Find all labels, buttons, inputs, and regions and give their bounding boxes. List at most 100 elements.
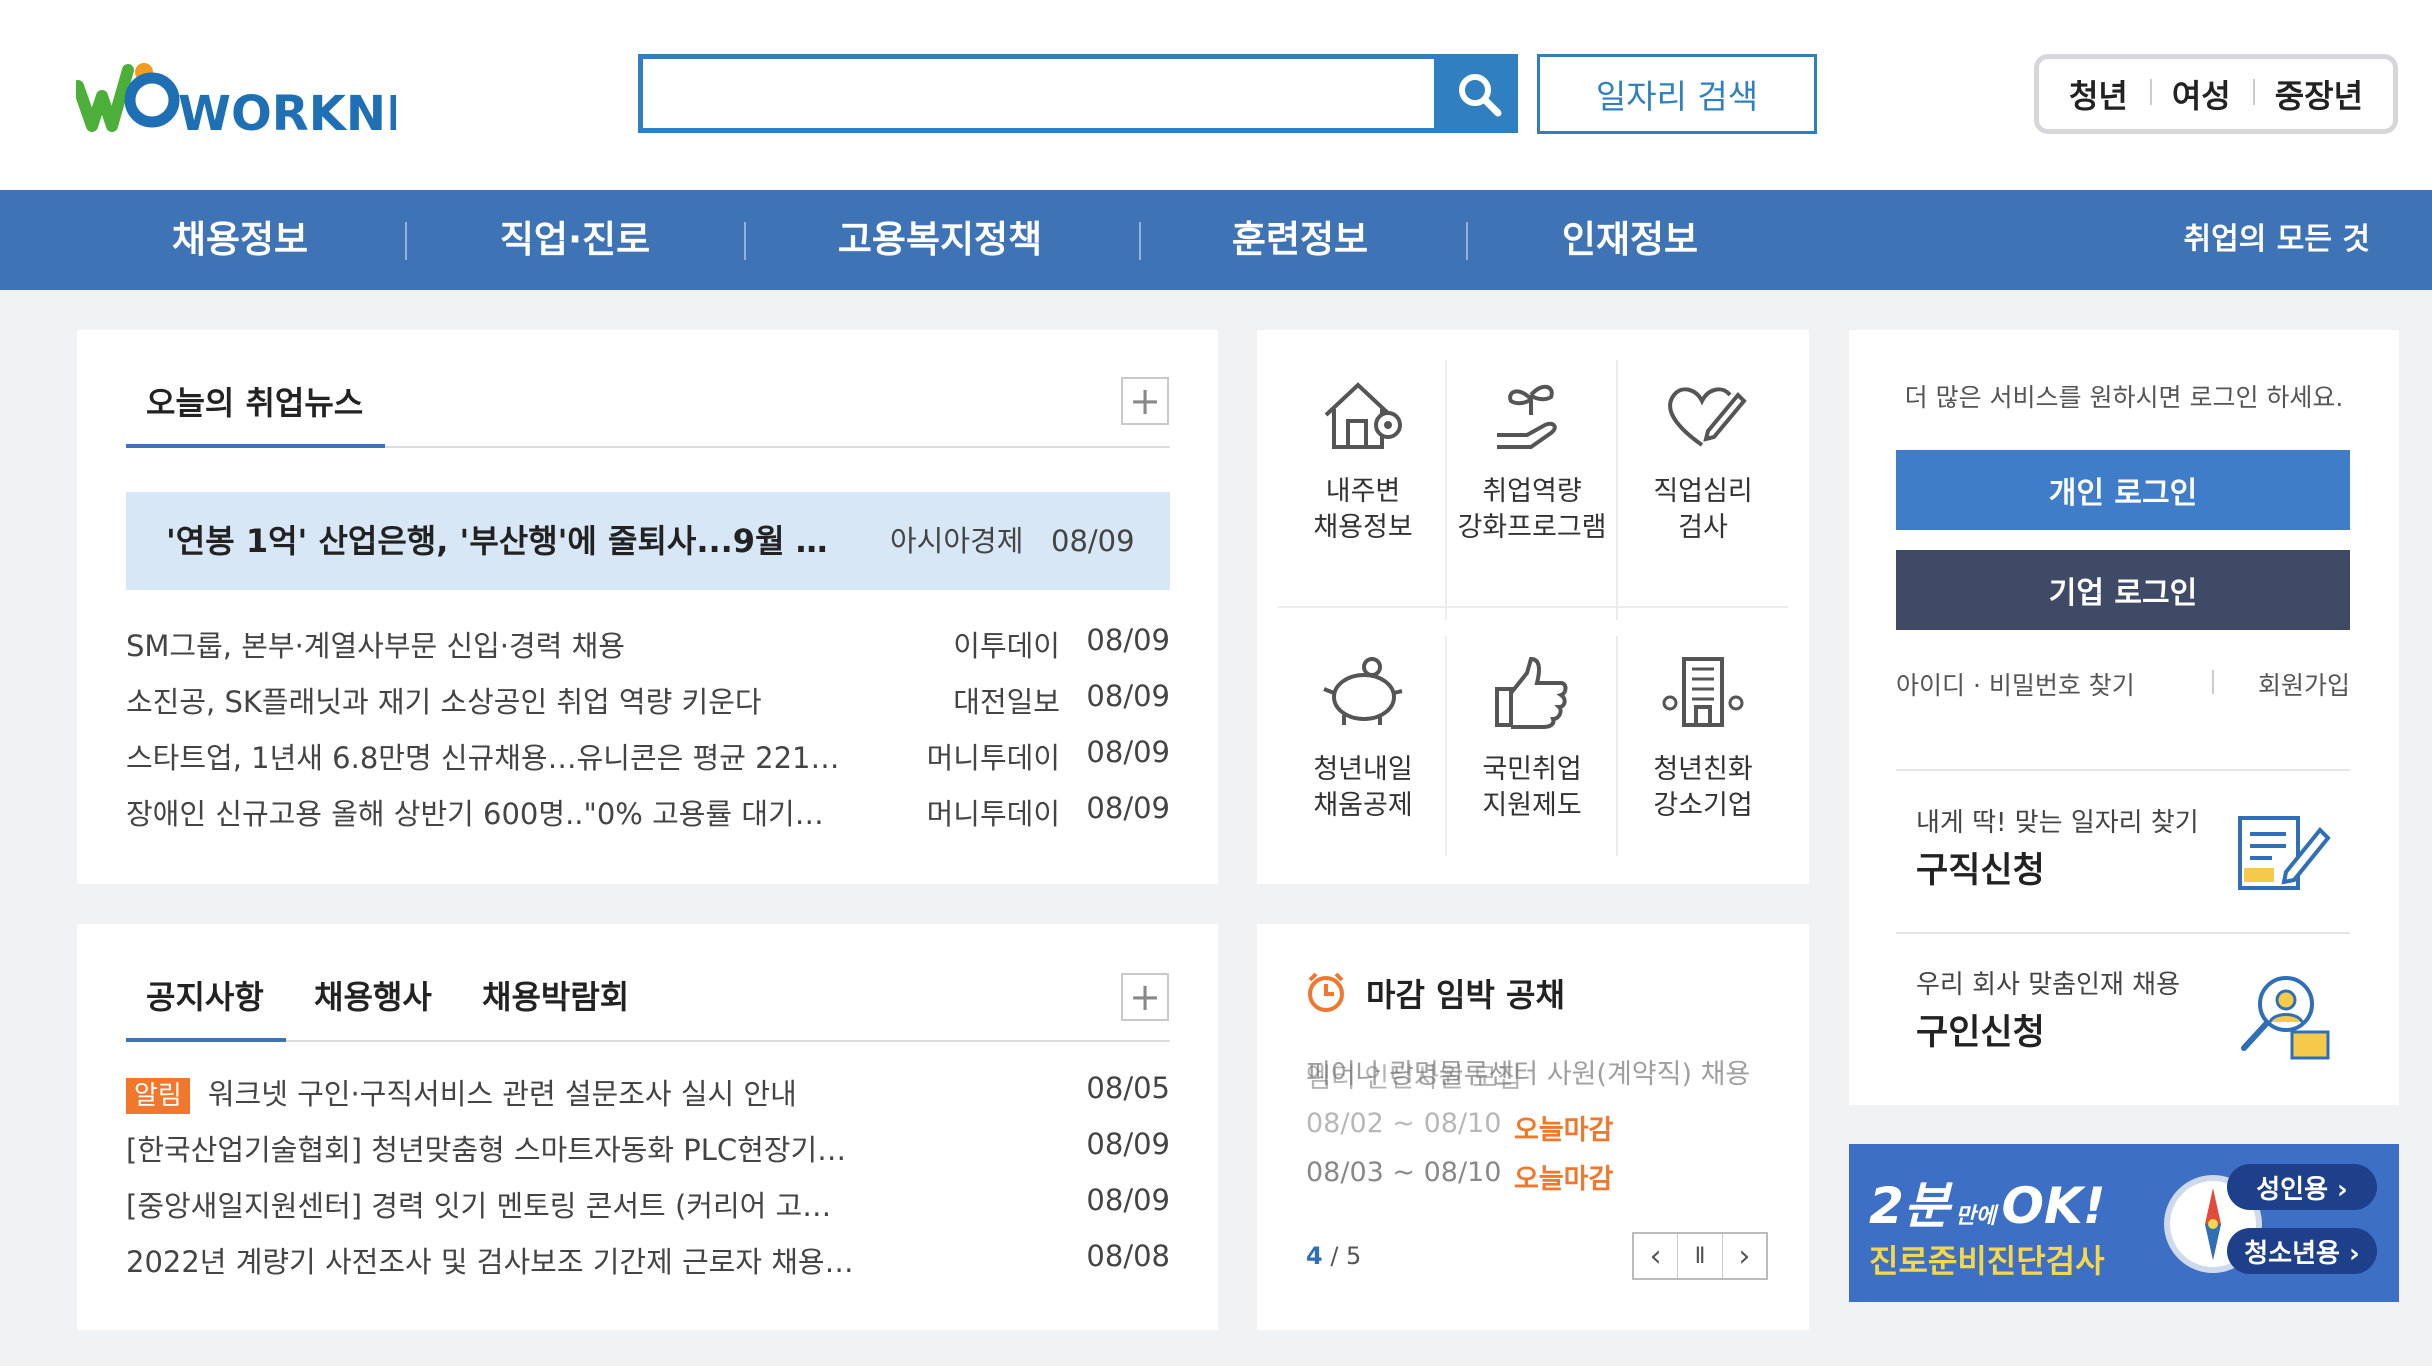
search-button[interactable]	[1439, 54, 1518, 133]
service-label-line2: 강소기업	[1653, 790, 1753, 821]
banner-headline-small: 만에	[1955, 1204, 1996, 1229]
nav-training[interactable]: 훈련정보	[1210, 190, 1390, 290]
news-item-title: 소진공, SK플래닛과 재기 소상공인 취업 역량 키운다	[126, 685, 762, 719]
notice-item[interactable]: [중앙새일지원센터] 경력 잇기 멘토링 콘서트 (커리어 고민 해결) 08/0…	[126, 1183, 1170, 1223]
notice-item[interactable]: 알림 워크넷 구인·구직서비스 관련 설문조사 실시 안내 08/05	[126, 1071, 1170, 1114]
signup-link[interactable]: 회원가입	[2250, 666, 2350, 702]
banner-youth-button[interactable]: 청소년용 ›	[2227, 1228, 2377, 1274]
news-item-title: 장애인 신규고용 올해 상반기 600명.."0% 고용률 대기업 여전"	[126, 797, 846, 831]
prev-button[interactable]: ‹	[1634, 1234, 1679, 1278]
target-women-link[interactable]: 여성	[2149, 71, 2253, 117]
tab-recruit-events[interactable]: 채용행사	[314, 972, 432, 1018]
banner-headline-big: 2분	[1869, 1177, 1950, 1235]
login-divider	[1896, 769, 2350, 771]
career-test-banner[interactable]: 2분 만에 OK! 진로준비진단검사 성인용 › 청소년용 ›	[1849, 1144, 2399, 1302]
notice-item-title: 2022년 계량기 사전조사 및 검사보조 기간제 근로자 채용 공고	[126, 1245, 856, 1279]
nav-divider	[1139, 222, 1141, 260]
search-box	[638, 54, 1443, 133]
news-item-title: 스타트업, 1년새 6.8만명 신규채용…유니콘은 평균 221명 고용	[126, 741, 846, 775]
service-label-line2: 채움공제	[1313, 790, 1413, 821]
job-seeker-apply-card[interactable]: 내게 딱! 맞는 일자리 찾기 구직신청	[1896, 790, 2350, 930]
service-employment-program[interactable]: 취업역량 강화프로그램	[1447, 370, 1617, 546]
service-national-employment[interactable]: 국민취업 지원제도	[1447, 648, 1617, 824]
news-more-button[interactable]: +	[1121, 377, 1169, 425]
deadline-item-date: 08/02 ~ 08/10	[1306, 1108, 1502, 1139]
service-aptitude-test[interactable]: 직업심리 검사	[1618, 370, 1788, 546]
notice-item-title: [중앙새일지원센터] 경력 잇기 멘토링 콘서트 (커리어 고민 해결)	[126, 1189, 856, 1223]
banner-headline-ok: OK!	[2001, 1177, 2106, 1235]
next-button[interactable]: ›	[1723, 1234, 1766, 1278]
service-label-line1: 국민취업	[1482, 754, 1582, 785]
target-group-selector: 청년 여성 중장년	[2034, 54, 2398, 134]
notice-item-date: 08/05	[1086, 1071, 1170, 1105]
news-headline[interactable]: '연봉 1억' 산업은행, '부산행'에 줄퇴사...9월 공채 아시아경제 0…	[126, 492, 1170, 590]
banner-adult-button[interactable]: 성인용 ›	[2227, 1164, 2377, 1210]
news-title[interactable]: 오늘의 취업뉴스	[146, 378, 363, 424]
news-item[interactable]: 스타트업, 1년새 6.8만명 신규채용…유니콘은 평균 221명 고용 머니투데…	[126, 735, 1170, 775]
notice-item-date: 08/08	[1086, 1239, 1170, 1273]
news-item-source: 이투데이	[953, 629, 1060, 663]
find-account-link[interactable]: 아이디 · 비밀번호 찾기	[1896, 666, 2135, 702]
notice-item[interactable]: 2022년 계량기 사전조사 및 검사보조 기간제 근로자 채용 공고 08/08	[126, 1239, 1170, 1279]
news-item[interactable]: 소진공, SK플래닛과 재기 소상공인 취업 역량 키운다 대전일보 08/09	[126, 679, 1170, 719]
notice-item-title: [한국산업기술협회] 청년맞춤형 스마트자동화 PLC현장기기 교육	[126, 1133, 856, 1167]
search-icon	[1458, 73, 1501, 116]
notice-item[interactable]: [한국산업기술협회] 청년맞춤형 스마트자동화 PLC현장기기 교육 08/09	[126, 1127, 1170, 1167]
personal-login-button[interactable]: 개인 로그인	[1896, 450, 2350, 530]
sprout-hand-icon	[1447, 370, 1617, 460]
banner-headline: 2분 만에 OK!	[1869, 1166, 2106, 1238]
deadline-item-status: 오늘마감	[1514, 1115, 1614, 1146]
banner-subline: 진로준비진단검사	[1869, 1242, 2105, 1280]
logo-text: WORKNET	[178, 86, 396, 136]
nav-divider	[405, 222, 407, 260]
nav-all-menu[interactable]: 취업의 모든 것	[2110, 190, 2371, 290]
nav-career[interactable]: 직업·진로	[470, 190, 680, 290]
deadline-pager: 4 / 5	[1306, 1242, 1361, 1270]
nav-talent[interactable]: 인재정보	[1540, 190, 1720, 290]
pause-button[interactable]: Ⅱ	[1678, 1234, 1723, 1278]
tab-job-fairs[interactable]: 채용박람회	[482, 972, 629, 1018]
notice-badge: 알림	[126, 1078, 190, 1114]
target-youth-link[interactable]: 청년	[2047, 71, 2150, 117]
service-youth-savings[interactable]: 청년내일 채움공제	[1278, 648, 1448, 824]
deadline-controls: ‹ Ⅱ ›	[1632, 1232, 1768, 1280]
notice-item-date: 08/09	[1086, 1127, 1170, 1161]
house-map-icon	[1278, 370, 1448, 460]
target-middle-aged-link[interactable]: 중장년	[2252, 71, 2385, 117]
deadline-item-date: 08/03 ~ 08/10	[1306, 1157, 1502, 1188]
person-search-icon	[2236, 972, 2332, 1066]
service-label-line2: 지원제도	[1482, 790, 1582, 821]
piggy-bank-icon	[1278, 648, 1448, 738]
news-item-source: 대전일보	[953, 685, 1060, 719]
deadline-item-title[interactable]: 엠티 인턴사원 모집	[1306, 1056, 1522, 1095]
employer-apply-card[interactable]: 우리 회사 맞춤인재 채용 구인신청	[1896, 952, 2350, 1092]
company-login-button[interactable]: 기업 로그인	[1896, 550, 2350, 630]
nav-recruit-info[interactable]: 채용정보	[150, 190, 330, 290]
deadline-item-status: 오늘마감	[1514, 1164, 1614, 1195]
deadline-title: 마감 임박 공채	[1366, 976, 1565, 1014]
headline-date: 08/09	[1051, 524, 1135, 558]
service-label-line1: 청년친화	[1653, 754, 1753, 785]
resume-pen-icon	[2236, 812, 2332, 896]
service-label-line2: 강화프로그램	[1457, 512, 1607, 543]
notice-more-button[interactable]: +	[1121, 973, 1169, 1021]
news-item[interactable]: 장애인 신규고용 올해 상반기 600명.."0% 고용률 대기업 여전" 머니투…	[126, 791, 1170, 831]
pager-current: 4	[1306, 1242, 1323, 1270]
headline-title: '연봉 1억' 산업은행, '부산행'에 줄퇴사...9월 공채	[166, 522, 846, 560]
notice-tab-underline	[126, 1038, 286, 1042]
service-label-line2: 검사	[1678, 512, 1728, 543]
main-navigation: 채용정보 직업·진로 고용복지정책 훈련정보 인재정보 취업의 모든 것	[0, 190, 2432, 290]
news-item-source: 머니투데이	[926, 797, 1060, 831]
service-nearby-jobs[interactable]: 내주변 채용정보	[1278, 370, 1448, 546]
worknet-logo[interactable]: WORKNET	[72, 56, 452, 142]
search-input[interactable]	[643, 59, 1443, 128]
service-youth-friendly-company[interactable]: 청년친화 강소기업	[1618, 648, 1788, 824]
job-search-button[interactable]: 일자리 검색	[1537, 54, 1817, 134]
nav-welfare-policy[interactable]: 고용복지정책	[820, 190, 1060, 290]
tab-notice[interactable]: 공지사항	[146, 972, 264, 1018]
news-item[interactable]: SM그룹, 본부·계열사부문 신입·경력 채용 이투데이 08/09	[126, 623, 1170, 663]
service-label-line1: 내주변	[1325, 476, 1401, 507]
nav-divider	[1466, 222, 1468, 260]
header: WORKNET 일자리 검색 청년 여성 중장년	[0, 0, 2432, 190]
login-link-divider	[2212, 670, 2214, 694]
